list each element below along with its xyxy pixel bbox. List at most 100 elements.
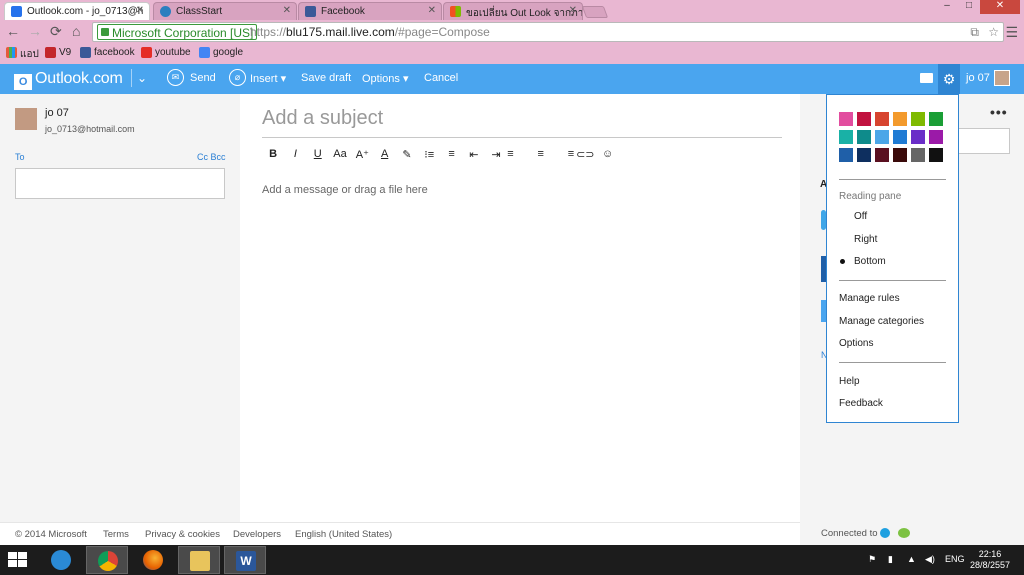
address-bar[interactable]: Microsoft Corporation [US] https://blu17… bbox=[92, 22, 1004, 42]
ev-certificate-badge[interactable]: Microsoft Corporation [US] bbox=[97, 24, 258, 40]
theme-color-swatch[interactable] bbox=[929, 130, 943, 144]
help-item[interactable]: Help bbox=[839, 376, 860, 387]
manage-categories-item[interactable]: Manage categories bbox=[839, 316, 924, 327]
theme-color-swatch[interactable] bbox=[875, 130, 889, 144]
cancel-button[interactable]: Cancel bbox=[424, 72, 458, 84]
reading-pane-bottom[interactable]: Bottom bbox=[854, 256, 886, 267]
new-tab-button[interactable] bbox=[581, 6, 609, 18]
theme-color-swatch[interactable] bbox=[857, 112, 871, 126]
clock[interactable]: 22:16 28/8/2557 bbox=[970, 549, 1010, 571]
outlook-logo[interactable]: O Outlook.com bbox=[14, 70, 123, 90]
theme-color-swatch[interactable] bbox=[893, 130, 907, 144]
windows-start-icon[interactable] bbox=[8, 552, 28, 568]
link-icon[interactable]: ⊂⊃ bbox=[574, 148, 596, 164]
underline-icon[interactable]: U bbox=[307, 148, 329, 164]
user-avatar[interactable] bbox=[994, 70, 1010, 86]
chat-icon[interactable] bbox=[920, 73, 933, 83]
bookmark-apps[interactable]: แอป bbox=[6, 47, 39, 62]
taskbar-chrome[interactable] bbox=[86, 546, 128, 574]
theme-color-swatch[interactable] bbox=[911, 112, 925, 126]
to-field[interactable] bbox=[15, 168, 225, 199]
app-switcher-chevron-icon[interactable]: ⌄ bbox=[131, 69, 147, 87]
emoticon-icon[interactable]: ☺ bbox=[596, 148, 618, 164]
terms-link[interactable]: Terms bbox=[103, 529, 129, 540]
back-button[interactable]: ← bbox=[6, 23, 20, 39]
developers-link[interactable]: Developers bbox=[233, 529, 281, 540]
bulleted-list-icon[interactable]: ≡ bbox=[440, 148, 462, 164]
message-body[interactable]: Add a message or drag a file here bbox=[262, 184, 428, 196]
tab-close-icon[interactable]: ✕ bbox=[428, 5, 436, 16]
options-button[interactable]: Options ▾ bbox=[362, 72, 409, 85]
taskbar-word[interactable]: W bbox=[224, 546, 266, 574]
send-button[interactable]: Send bbox=[190, 72, 216, 84]
align-right-icon[interactable]: ≡ bbox=[552, 148, 574, 164]
bold-icon[interactable]: B bbox=[262, 148, 284, 164]
privacy-link[interactable]: Privacy & cookies bbox=[145, 529, 220, 540]
theme-color-swatch[interactable] bbox=[875, 148, 889, 162]
user-name[interactable]: jo 07 bbox=[966, 72, 990, 84]
tab-facebook[interactable]: Facebook ✕ bbox=[298, 2, 442, 20]
theme-color-swatch[interactable] bbox=[857, 130, 871, 144]
italic-icon[interactable]: I bbox=[284, 148, 306, 164]
bookmark-google[interactable]: google bbox=[199, 47, 243, 58]
theme-color-swatch[interactable] bbox=[839, 112, 853, 126]
to-label[interactable]: To bbox=[15, 152, 25, 162]
close-window-button[interactable]: ✕ bbox=[980, 0, 1020, 14]
theme-color-swatch[interactable] bbox=[911, 148, 925, 162]
bookmark-youtube[interactable]: youtube bbox=[141, 47, 191, 58]
tab-close-icon[interactable]: ✕ bbox=[569, 5, 577, 16]
tab-classstart[interactable]: ClassStart ✕ bbox=[153, 2, 297, 20]
messenger-icon[interactable] bbox=[898, 528, 910, 538]
highlight-icon[interactable]: ✎ bbox=[396, 148, 418, 164]
taskbar-internet-explorer[interactable] bbox=[40, 546, 82, 574]
chrome-menu-icon[interactable]: ☰ bbox=[1005, 24, 1018, 41]
subject-input[interactable]: Add a subject bbox=[262, 104, 782, 138]
theme-color-swatch[interactable] bbox=[929, 112, 943, 126]
forward-button[interactable]: → bbox=[28, 23, 42, 39]
reading-pane-off[interactable]: Off bbox=[854, 211, 867, 222]
battery-icon[interactable]: ▮ bbox=[888, 554, 893, 565]
font-color-icon[interactable]: A bbox=[373, 148, 395, 164]
maximize-button[interactable]: □ bbox=[958, 0, 980, 14]
save-draft-button[interactable]: Save draft bbox=[301, 72, 351, 84]
flag-icon[interactable]: ⚑ bbox=[868, 554, 876, 565]
font-icon[interactable]: Aa bbox=[329, 148, 351, 164]
numbered-list-icon[interactable]: ⁝≡ bbox=[418, 148, 440, 164]
right-pane-search[interactable] bbox=[950, 128, 1010, 154]
minimize-button[interactable]: – bbox=[936, 0, 958, 14]
volume-icon[interactable]: ◀) bbox=[925, 554, 935, 565]
theme-color-swatch[interactable] bbox=[929, 148, 943, 162]
home-button[interactable]: ⌂ bbox=[72, 23, 80, 39]
theme-color-swatch[interactable] bbox=[839, 130, 853, 144]
skype-icon[interactable] bbox=[880, 528, 890, 538]
theme-color-swatch[interactable] bbox=[857, 148, 871, 162]
taskbar-file-explorer[interactable] bbox=[178, 546, 220, 574]
manage-rules-item[interactable]: Manage rules bbox=[839, 293, 900, 304]
theme-color-swatch[interactable] bbox=[893, 148, 907, 162]
insert-button[interactable]: Insert ▾ bbox=[250, 72, 286, 85]
options-item[interactable]: Options bbox=[839, 338, 873, 349]
tab-close-icon[interactable]: ✕ bbox=[283, 5, 291, 16]
bookmark-facebook[interactable]: facebook bbox=[80, 47, 135, 58]
bookmark-star-icon[interactable]: ☆ bbox=[988, 25, 999, 39]
bookmark-v9[interactable]: V9 bbox=[45, 47, 71, 58]
decrease-indent-icon[interactable]: ⇤ bbox=[463, 148, 485, 164]
align-left-icon[interactable]: ≡ bbox=[507, 148, 529, 164]
align-center-icon[interactable]: ≡ bbox=[530, 148, 552, 164]
tab-outlook[interactable]: Outlook.com - jo_0713@h ✕ bbox=[4, 2, 150, 20]
settings-gear-icon[interactable]: ⚙ bbox=[938, 64, 960, 94]
theme-color-swatch[interactable] bbox=[893, 112, 907, 126]
cc-bcc-link[interactable]: Cc Bcc bbox=[197, 152, 226, 162]
theme-color-swatch[interactable] bbox=[911, 130, 925, 144]
increase-indent-icon[interactable]: ⇥ bbox=[485, 148, 507, 164]
translate-icon[interactable]: ⧉ bbox=[970, 25, 979, 39]
reading-pane-right[interactable]: Right bbox=[854, 234, 877, 245]
font-size-icon[interactable]: A⁺ bbox=[351, 148, 373, 164]
theme-color-swatch[interactable] bbox=[875, 112, 889, 126]
more-options-icon[interactable]: ••• bbox=[990, 104, 1008, 120]
theme-color-swatch[interactable] bbox=[839, 148, 853, 162]
tab-close-icon[interactable]: ✕ bbox=[136, 5, 144, 16]
reload-button[interactable]: ⟳ bbox=[50, 23, 62, 40]
tab-thai-question[interactable]: ขอเปลี่ยน Out Look จากภาษ ✕ bbox=[443, 2, 583, 20]
taskbar-firefox[interactable] bbox=[132, 546, 174, 574]
